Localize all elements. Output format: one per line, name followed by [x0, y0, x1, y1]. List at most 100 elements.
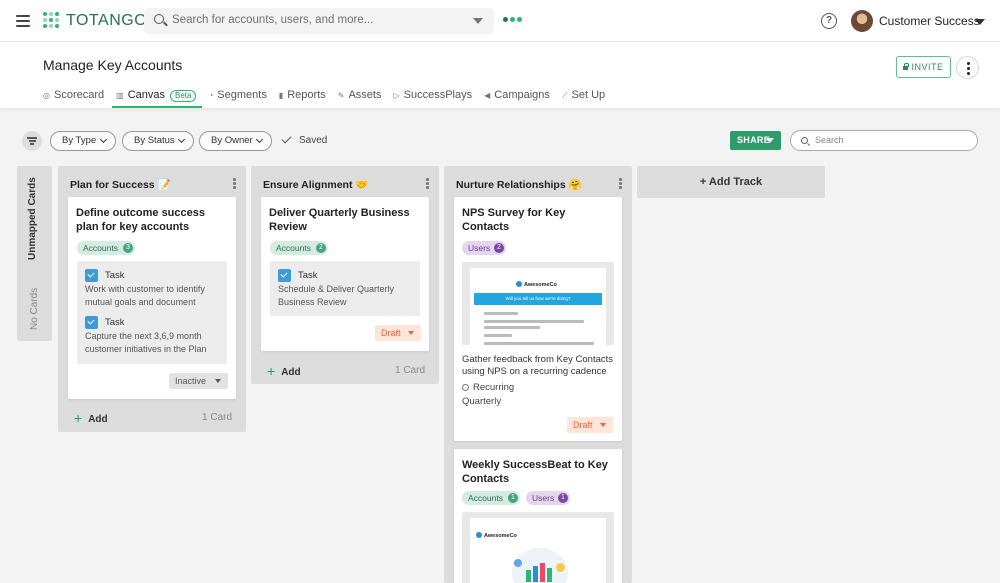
tab-assets[interactable]: ✎ Assets — [338, 89, 382, 108]
top-bar: TOTANGO Search for accounts, users, and … — [0, 0, 1000, 42]
card-deliver-qbr[interactable]: Deliver Quarterly Business Review Accoun… — [261, 197, 429, 351]
track-nurture-relationships: Nurture Relationships 🤗 NPS Survey for K… — [444, 166, 632, 583]
preview-banner: Will you tell us how we're doing? — [474, 293, 602, 305]
brand-logo-icon — [516, 281, 522, 287]
card-count: 1 Card — [201, 412, 232, 423]
wand-icon: ⟋ — [561, 91, 568, 100]
lock-icon — [903, 63, 909, 70]
share-button[interactable]: SHARE — [730, 131, 781, 150]
help-icon[interactable]: ? — [821, 13, 837, 29]
track-menu-icon[interactable] — [426, 178, 429, 190]
card-define-outcome[interactable]: Define outcome success plan for key acco… — [68, 197, 236, 399]
status-dropdown[interactable]: Draft — [567, 417, 613, 433]
user-menu-label[interactable]: Customer Success — [879, 14, 980, 28]
by-status-filter[interactable]: By Status — [122, 131, 194, 151]
avatar[interactable] — [851, 10, 873, 32]
invite-button[interactable]: INVITE — [896, 56, 951, 78]
tag-count: 1 — [508, 493, 518, 503]
email-preview-body: AwesomeCo Will you tell us how we're doi… — [470, 268, 606, 345]
saved-status: Saved — [281, 133, 327, 146]
logo-mark-icon — [43, 12, 61, 30]
status-dropdown[interactable]: Inactive — [169, 373, 228, 389]
tab-setup[interactable]: ⟋ Set Up — [562, 89, 605, 108]
tab-scorecard[interactable]: ◎ Scorecard — [43, 89, 104, 108]
card-title: Define outcome success plan for key acco… — [76, 207, 205, 233]
beta-badge: Beta — [169, 90, 197, 102]
tab-successplays[interactable]: ▷ SuccessPlays — [393, 89, 472, 108]
tab-canvas[interactable]: ▥ Canvas Beta — [112, 89, 203, 108]
plus-icon: + — [267, 363, 276, 379]
invite-label: INVITE — [911, 62, 944, 72]
search-icon — [801, 137, 808, 144]
no-cards-label: No Cards — [29, 287, 40, 330]
track-menu-icon[interactable] — [233, 178, 236, 190]
chevron-down-icon — [766, 138, 774, 143]
preview-brand: AwesomeCo — [476, 532, 517, 539]
card-title: NPS Survey for Key Contacts — [462, 207, 566, 233]
email-preview[interactable]: AwesomeCo Will you tell us how we're doi… — [462, 262, 614, 345]
by-owner-filter[interactable]: By Owner — [199, 131, 272, 151]
loading-indicator-icon — [503, 17, 522, 22]
track-menu-icon[interactable] — [619, 178, 622, 190]
tab-campaigns[interactable]: ◀ Campaigns — [484, 89, 550, 108]
tag-count: 2 — [494, 243, 504, 253]
card-description: Gather feedback from Key Contacts using … — [462, 354, 614, 377]
tab-reports[interactable]: ▮ Reports — [279, 89, 326, 108]
more-options-icon[interactable] — [956, 56, 979, 79]
tag-count: 3 — [123, 243, 133, 253]
task-icon — [85, 316, 98, 329]
chevron-down-icon — [215, 379, 221, 383]
card-weekly-successbeat[interactable]: Weekly SuccessBeat to Key Contacts Accou… — [454, 449, 622, 583]
accounts-tag[interactable]: Accounts 2 — [270, 241, 328, 255]
filter-icon[interactable] — [22, 131, 42, 151]
track-title: Plan for Success 📝 — [70, 179, 171, 191]
chevron-down-icon — [600, 423, 606, 427]
track-ensure-alignment: Ensure Alignment 🤝 Deliver Quarterly Bus… — [251, 166, 439, 384]
megaphone-icon: ◀ — [484, 91, 491, 100]
scorecard-icon: ◎ — [43, 91, 50, 100]
recurrence-label: Recurring — [462, 382, 514, 393]
board-search-input[interactable]: Search — [790, 130, 978, 151]
play-icon: ▷ — [393, 91, 400, 100]
add-track-button[interactable]: + Add Track — [637, 166, 825, 198]
brand-logo-icon — [476, 532, 482, 538]
page-title: Manage Key Accounts — [43, 57, 183, 73]
card-nps-survey[interactable]: NPS Survey for Key Contacts Users 2 Aweso… — [454, 197, 622, 441]
menu-icon[interactable] — [16, 15, 30, 27]
card-count: 1 Card — [394, 365, 425, 376]
chevron-down-icon — [408, 331, 414, 335]
tab-bar: ◎ Scorecard ▥ Canvas Beta ◔ Segments ▮ Report… — [43, 89, 617, 108]
by-type-filter[interactable]: By Type — [50, 131, 116, 151]
add-card-button[interactable]: + Add — [74, 410, 108, 426]
tag-count: 2 — [316, 243, 326, 253]
page-header: Manage Key Accounts INVITE ◎ Scorecard ▥ C… — [0, 42, 1000, 108]
chevron-down-icon[interactable] — [975, 19, 985, 25]
accounts-tag[interactable]: Accounts 3 — [77, 241, 135, 255]
canvas-icon: ▥ — [116, 91, 124, 100]
users-tag[interactable]: Users 1 — [526, 491, 570, 505]
logo[interactable]: TOTANGO — [43, 12, 147, 30]
task-list: Task Work with customer to identify mutu… — [77, 261, 227, 364]
clock-icon — [462, 384, 469, 391]
tab-segments[interactable]: ◔ Segments — [208, 89, 266, 108]
assets-icon: ✎ — [337, 91, 345, 100]
reports-icon: ▮ — [278, 91, 284, 100]
global-search-input[interactable]: Search for accounts, users, and more... — [144, 8, 494, 34]
task-list: Task Schedule & Deliver Quarterly Busine… — [270, 261, 420, 316]
accounts-tag[interactable]: Accounts 1 — [462, 491, 520, 505]
email-preview[interactable]: AwesomeCo — [462, 512, 614, 583]
chevron-down-icon — [177, 135, 186, 144]
track-title: Ensure Alignment 🤝 — [263, 179, 369, 191]
brand-name: TOTANGO — [66, 12, 148, 29]
search-icon — [154, 14, 164, 24]
chevron-down-icon — [255, 135, 264, 144]
track-plan-for-success: Plan for Success 📝 Define outcome succes… — [58, 166, 246, 432]
chevron-down-icon — [99, 135, 108, 144]
segments-icon: ◔ — [208, 91, 214, 100]
add-card-button[interactable]: + Add — [267, 363, 301, 379]
status-dropdown[interactable]: Draft — [375, 325, 421, 341]
task-icon — [85, 269, 98, 282]
search-dropdown-icon[interactable] — [473, 18, 483, 24]
search-placeholder: Search for accounts, users, and more... — [172, 14, 374, 26]
users-tag[interactable]: Users 2 — [462, 241, 506, 255]
